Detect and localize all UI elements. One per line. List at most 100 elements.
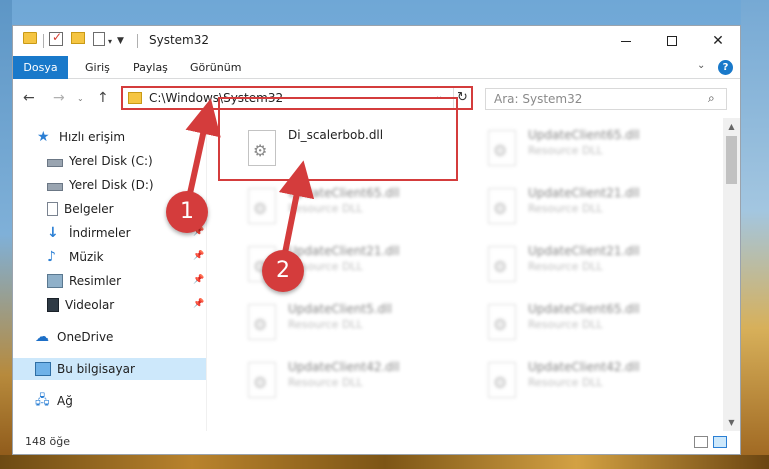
search-input[interactable]: Ara: System32 ⌕ <box>485 88 727 110</box>
dll-file-icon <box>488 362 516 398</box>
sidebar-item-pictures[interactable]: Resimler 📌 <box>13 270 206 292</box>
sidebar-item-videos[interactable]: Videolar 📌 <box>13 294 206 316</box>
sidebar-item-label: Ağ <box>57 394 73 408</box>
file-item[interactable]: UpdateClient65.dll Resource DLL <box>468 296 688 352</box>
step-badge-1: 1 <box>166 191 208 233</box>
back-arrow-icon[interactable]: ← <box>23 90 35 106</box>
file-item[interactable]: UpdateClient65.dll Resource DLL <box>228 180 448 236</box>
scroll-up-icon[interactable]: ▲ <box>723 118 740 135</box>
dll-file-icon <box>248 188 276 224</box>
sidebar-item-local-disk-c[interactable]: Yerel Disk (C:) <box>13 150 206 172</box>
minimize-button[interactable] <box>603 26 649 56</box>
scrollbar-thumb[interactable] <box>726 136 737 184</box>
file-explorer-window: ▾ ▼ System32 ✕ Dosya Giriş Paylaş Görünü… <box>12 25 741 455</box>
chevron-down-icon[interactable]: ⌄ <box>697 60 705 71</box>
tab-view[interactable]: Görünüm <box>180 56 251 79</box>
sidebar-item-network[interactable]: 🖧 Ağ <box>13 390 206 412</box>
highlight-box <box>218 97 458 181</box>
pin-icon[interactable]: 📌 <box>193 251 204 261</box>
tab-file[interactable]: Dosya <box>13 56 68 79</box>
file-name: UpdateClient65.dll <box>288 186 400 200</box>
recent-locations-icon[interactable]: ⌄ <box>77 94 84 103</box>
up-arrow-icon[interactable]: ↑ <box>97 90 109 106</box>
file-type: Resource DLL <box>288 202 363 215</box>
file-name: UpdateClient21.dll <box>528 186 640 200</box>
download-icon: ↓ <box>47 225 59 241</box>
network-icon: 🖧 <box>35 393 50 408</box>
folder-icon <box>23 32 37 44</box>
sidebar-item-music[interactable]: ♪ Müzik 📌 <box>13 246 206 268</box>
file-name: UpdateClient65.dll <box>528 128 640 142</box>
help-icon[interactable]: ? <box>718 60 733 75</box>
file-type: Resource DLL <box>528 144 603 157</box>
item-count: 148 öğe <box>25 435 70 448</box>
file-name: UpdateClient21.dll <box>288 244 400 258</box>
sidebar-item-this-pc[interactable]: Bu bilgisayar <box>13 358 206 380</box>
forward-arrow-icon[interactable]: → <box>53 90 65 106</box>
sidebar-item-label: İndirmeler <box>69 226 131 240</box>
dll-file-icon <box>248 362 276 398</box>
music-icon: ♪ <box>47 249 56 265</box>
tiles-view-icon[interactable] <box>713 436 727 448</box>
file-item[interactable]: UpdateClient21.dll Resource DLL <box>228 238 448 294</box>
file-type: Resource DLL <box>528 260 603 273</box>
dll-file-icon <box>488 130 516 166</box>
close-icon: ✕ <box>712 33 724 49</box>
search-placeholder: Ara: System32 <box>494 92 583 106</box>
dll-file-icon <box>488 304 516 340</box>
sidebar-item-label: Yerel Disk (C:) <box>69 154 153 168</box>
sidebar-item-label: Bu bilgisayar <box>57 362 135 376</box>
pin-icon[interactable]: 📌 <box>193 275 204 285</box>
customize-toolbar-icon[interactable]: ▼ <box>117 32 124 50</box>
title-bar: ▾ ▼ System32 ✕ <box>13 26 740 56</box>
computer-icon <box>35 362 51 376</box>
folder-icon <box>128 92 142 104</box>
file-name: UpdateClient65.dll <box>528 302 640 316</box>
file-item[interactable]: UpdateClient42.dll Resource DLL <box>228 354 448 410</box>
sidebar-item-label: Resimler <box>69 274 122 288</box>
dll-file-icon <box>488 246 516 282</box>
close-button[interactable]: ✕ <box>695 26 741 56</box>
desktop-background-left <box>0 0 12 469</box>
new-folder-icon[interactable] <box>71 32 85 44</box>
star-icon: ★ <box>37 129 50 145</box>
file-type: Resource DLL <box>288 318 363 331</box>
search-icon[interactable]: ⌕ <box>708 91 715 106</box>
dll-file-icon <box>488 188 516 224</box>
scroll-down-icon[interactable]: ▼ <box>723 414 740 431</box>
disk-icon <box>47 182 63 191</box>
maximize-button[interactable] <box>649 26 695 56</box>
properties-icon[interactable] <box>93 32 105 46</box>
file-item[interactable]: UpdateClient21.dll Resource DLL <box>468 238 688 294</box>
window-title: System32 <box>149 33 210 47</box>
properties-check-icon[interactable] <box>49 30 63 46</box>
status-bar: 148 öğe <box>13 431 740 454</box>
desktop-background-bottom <box>0 455 769 469</box>
toolbar-separator <box>43 34 44 48</box>
file-name: UpdateClient42.dll <box>288 360 400 374</box>
tab-share[interactable]: Paylaş <box>123 56 178 79</box>
sidebar-item-label: OneDrive <box>57 330 114 344</box>
vertical-scrollbar[interactable]: ▲ ▼ <box>723 118 740 431</box>
file-name: UpdateClient5.dll <box>288 302 392 316</box>
chevron-down-icon[interactable]: ▾ <box>108 32 112 50</box>
file-item[interactable]: UpdateClient42.dll Resource DLL <box>468 354 688 410</box>
pin-icon[interactable]: 📌 <box>193 299 204 309</box>
file-item[interactable]: UpdateClient5.dll Resource DLL <box>228 296 448 352</box>
step-badge-2: 2 <box>262 250 304 292</box>
file-item[interactable]: UpdateClient65.dll Resource DLL <box>468 122 688 178</box>
sidebar-item-quick-access[interactable]: ★ Hızlı erişim <box>13 126 206 148</box>
minimize-icon <box>621 40 631 42</box>
video-icon <box>47 298 59 312</box>
pane-divider[interactable] <box>206 118 207 431</box>
ribbon-tabs: Dosya Giriş Paylaş Görünüm ⌄ ? <box>13 56 740 79</box>
sidebar-item-onedrive[interactable]: ☁ OneDrive <box>13 326 206 348</box>
sidebar-item-label: Videolar <box>65 298 115 312</box>
sidebar-item-label: Müzik <box>69 250 104 264</box>
file-item[interactable]: UpdateClient21.dll Resource DLL <box>468 180 688 236</box>
dll-file-icon <box>248 304 276 340</box>
file-type: Resource DLL <box>528 202 603 215</box>
details-view-icon[interactable] <box>694 436 708 448</box>
file-type: Resource DLL <box>528 318 603 331</box>
tab-home[interactable]: Giriş <box>75 56 120 79</box>
